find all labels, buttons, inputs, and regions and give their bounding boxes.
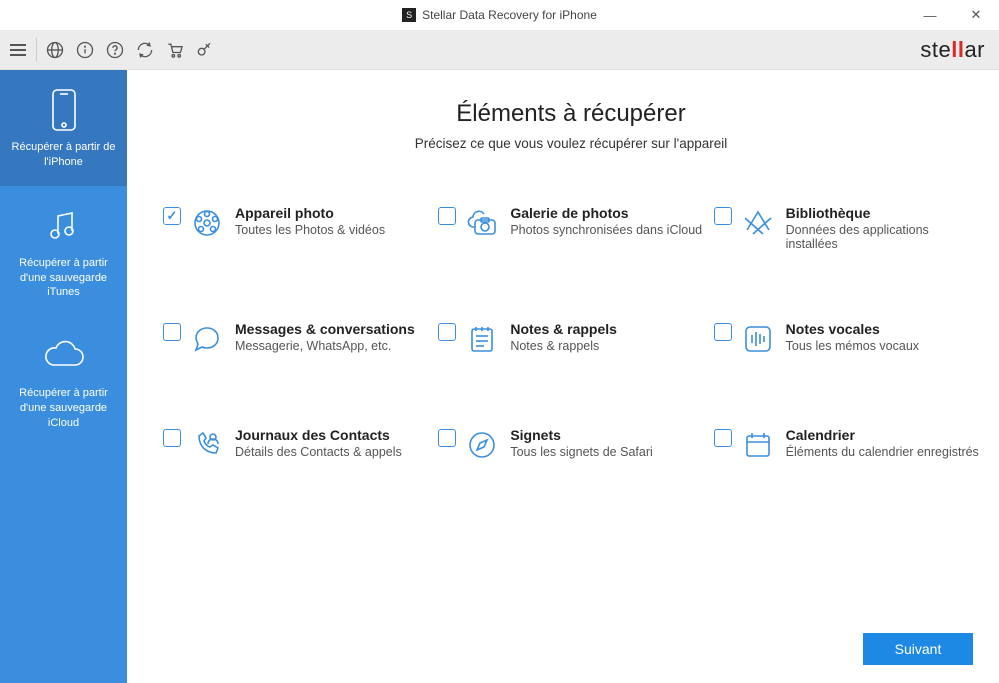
checkbox-contacts[interactable] xyxy=(163,429,181,447)
item-title: Calendrier xyxy=(786,427,979,443)
checkbox-voice[interactable] xyxy=(714,323,732,341)
sidebar-item-label: Récupérer à partir d'une sauvegarde iTun… xyxy=(6,256,121,301)
checkbox-camera[interactable] xyxy=(163,207,181,225)
item-notes: Notes & rappels Notes & rappels xyxy=(438,321,703,357)
apps-icon xyxy=(740,205,776,241)
music-icon xyxy=(6,204,121,248)
titlebar: S Stellar Data Recovery for iPhone — ✕ xyxy=(0,0,999,30)
info-button[interactable] xyxy=(71,36,99,64)
item-title: Galerie de photos xyxy=(510,205,702,221)
item-contacts: Journaux des Contacts Détails des Contac… xyxy=(163,427,428,463)
item-title: Notes & rappels xyxy=(510,321,617,337)
item-desc: Photos synchronisées dans iCloud xyxy=(510,223,702,237)
next-button[interactable]: Suivant xyxy=(863,633,973,665)
brand-accent: ll xyxy=(951,37,964,62)
brand-post: ar xyxy=(964,37,985,62)
refresh-icon xyxy=(135,40,155,60)
item-messages: Messages & conversations Messagerie, Wha… xyxy=(163,321,428,357)
calendar-icon xyxy=(740,427,776,463)
phone-contact-icon xyxy=(189,427,225,463)
item-desc: Données des applications installées xyxy=(786,223,979,251)
checkbox-calendar[interactable] xyxy=(714,429,732,447)
cloud-icon xyxy=(6,334,121,378)
checkbox-notes[interactable] xyxy=(438,323,456,341)
waveform-icon xyxy=(740,321,776,357)
item-desc: Tous les signets de Safari xyxy=(510,445,652,459)
minimize-button[interactable]: — xyxy=(907,0,953,30)
help-button[interactable] xyxy=(101,36,129,64)
window-controls: — ✕ xyxy=(907,0,999,30)
refresh-button[interactable] xyxy=(131,36,159,64)
item-desc: Tous les mémos vocaux xyxy=(786,339,919,353)
sidebar-item-itunes[interactable]: Récupérer à partir d'une sauvegarde iTun… xyxy=(0,186,127,317)
toolbar-divider xyxy=(36,38,37,62)
page-title: Éléments à récupérer xyxy=(163,100,979,128)
iphone-icon xyxy=(6,88,121,132)
toolbar: stellar xyxy=(0,30,999,70)
checkbox-bookmarks[interactable] xyxy=(438,429,456,447)
cart-button[interactable] xyxy=(161,36,189,64)
sidebar: Récupérer à partir de l'iPhone Récupérer… xyxy=(0,70,127,683)
checkbox-library[interactable] xyxy=(714,207,732,225)
window-title-wrap: S Stellar Data Recovery for iPhone xyxy=(402,8,597,22)
item-camera: Appareil photo Toutes les Photos & vidéo… xyxy=(163,205,428,251)
page-subtitle: Précisez ce que vous voulez récupérer su… xyxy=(163,136,979,151)
info-icon xyxy=(75,40,95,60)
window-title: Stellar Data Recovery for iPhone xyxy=(422,8,597,22)
chat-icon xyxy=(189,321,225,357)
item-bookmarks: Signets Tous les signets de Safari xyxy=(438,427,703,463)
hamburger-menu-button[interactable] xyxy=(4,36,32,64)
sidebar-item-icloud[interactable]: Récupérer à partir d'une sauvegarde iClo… xyxy=(0,316,127,447)
brand-pre: ste xyxy=(920,37,951,62)
key-icon xyxy=(195,40,215,60)
item-gallery: Galerie de photos Photos synchronisées d… xyxy=(438,205,703,251)
item-desc: Éléments du calendrier enregistrés xyxy=(786,445,979,459)
language-button[interactable] xyxy=(41,36,69,64)
cart-icon xyxy=(165,40,185,60)
item-voice: Notes vocales Tous les mémos vocaux xyxy=(714,321,979,357)
item-library: Bibliothèque Données des applications in… xyxy=(714,205,979,251)
body: Récupérer à partir de l'iPhone Récupérer… xyxy=(0,70,999,683)
app-icon: S xyxy=(402,8,416,22)
brand-logo: stellar xyxy=(920,37,991,63)
item-title: Notes vocales xyxy=(786,321,919,337)
item-desc: Messagerie, WhatsApp, etc. xyxy=(235,339,415,353)
camera-roll-icon xyxy=(189,205,225,241)
checkbox-messages[interactable] xyxy=(163,323,181,341)
gallery-icon xyxy=(464,205,500,241)
help-icon xyxy=(105,40,125,60)
item-desc: Notes & rappels xyxy=(510,339,617,353)
globe-icon xyxy=(45,40,65,60)
item-title: Messages & conversations xyxy=(235,321,415,337)
item-calendar: Calendrier Éléments du calendrier enregi… xyxy=(714,427,979,463)
item-title: Journaux des Contacts xyxy=(235,427,402,443)
checkbox-gallery[interactable] xyxy=(438,207,456,225)
item-title: Bibliothèque xyxy=(786,205,979,221)
main-panel: Éléments à récupérer Précisez ce que vou… xyxy=(127,70,999,683)
item-title: Signets xyxy=(510,427,652,443)
toolbar-left xyxy=(4,36,219,64)
notes-icon xyxy=(464,321,500,357)
item-desc: Détails des Contacts & appels xyxy=(235,445,402,459)
sidebar-item-label: Récupérer à partir de l'iPhone xyxy=(6,140,121,170)
sidebar-item-label: Récupérer à partir d'une sauvegarde iClo… xyxy=(6,386,121,431)
item-title: Appareil photo xyxy=(235,205,385,221)
close-button[interactable]: ✕ xyxy=(953,0,999,30)
sidebar-item-iphone[interactable]: Récupérer à partir de l'iPhone xyxy=(0,70,127,186)
key-button[interactable] xyxy=(191,36,219,64)
compass-icon xyxy=(464,427,500,463)
hamburger-icon xyxy=(10,44,26,56)
item-desc: Toutes les Photos & vidéos xyxy=(235,223,385,237)
recovery-grid: Appareil photo Toutes les Photos & vidéo… xyxy=(163,205,979,463)
